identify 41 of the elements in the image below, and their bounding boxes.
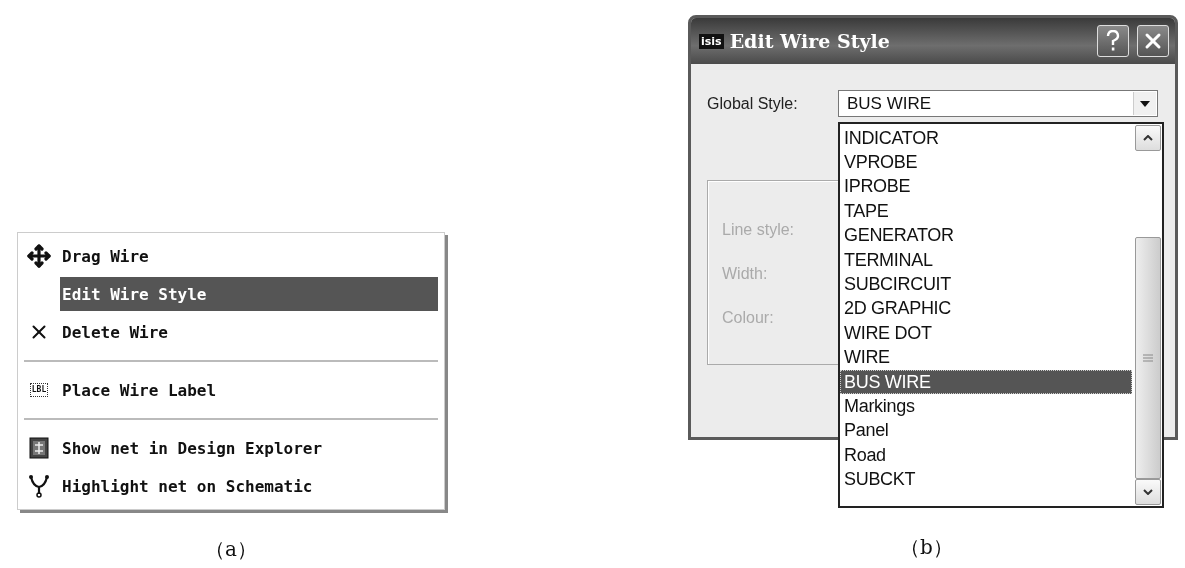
list-option[interactable]: INDICATOR bbox=[840, 126, 1132, 151]
up-chevron-icon bbox=[1143, 135, 1153, 141]
list-option[interactable]: Road bbox=[840, 443, 1132, 468]
list-option[interactable]: TERMINAL bbox=[840, 247, 1132, 273]
scroll-bar[interactable] bbox=[1134, 124, 1162, 506]
list-option[interactable]: Markings bbox=[840, 394, 1132, 419]
list-option[interactable]: GENERATOR bbox=[840, 223, 1132, 248]
app-icon: isis bbox=[699, 33, 724, 49]
help-button[interactable] bbox=[1097, 25, 1129, 57]
grip-icon bbox=[1143, 354, 1153, 362]
list-option[interactable]: 2D GRAPHIC bbox=[840, 296, 1132, 322]
move-icon bbox=[27, 244, 51, 268]
field-label: Global Style: bbox=[707, 94, 799, 113]
list-option[interactable]: WIRE bbox=[840, 345, 1132, 370]
window-title: Edit Wire Style bbox=[729, 30, 891, 52]
list-option[interactable]: WIRE DOT bbox=[840, 321, 1132, 346]
down-chevron-icon bbox=[1143, 489, 1153, 495]
dropdown-arrow-icon bbox=[1140, 100, 1150, 107]
menu-item[interactable]: Edit Wire Style bbox=[60, 277, 438, 311]
field-label: Width: bbox=[722, 265, 769, 283]
style-dropdown[interactable]: BUS WIRE bbox=[838, 90, 1158, 117]
help-icon bbox=[1105, 30, 1121, 52]
list-option[interactable]: SUBCKT bbox=[840, 467, 1132, 492]
list-option[interactable]: SUBCIRCUIT bbox=[840, 272, 1132, 297]
label-icon: LBL bbox=[29, 383, 49, 397]
menu-item[interactable]: Place Wire Label bbox=[60, 373, 438, 407]
figure-caption: （b） bbox=[899, 534, 954, 561]
list-option[interactable]: BUS WIRE bbox=[840, 369, 1132, 395]
explorer-icon bbox=[29, 437, 49, 459]
figure-caption: （a） bbox=[205, 536, 257, 563]
fork-icon bbox=[28, 474, 50, 498]
menu-item[interactable]: Delete Wire bbox=[60, 315, 438, 349]
menu-item[interactable]: Drag Wire bbox=[60, 239, 438, 273]
close-button[interactable] bbox=[1137, 25, 1169, 57]
field-label: Colour: bbox=[722, 309, 775, 327]
menu-item[interactable]: Show net in Design Explorer bbox=[60, 431, 438, 465]
menu-item[interactable]: Highlight net on Schematic bbox=[60, 469, 438, 503]
list-option[interactable]: IPROBE bbox=[840, 174, 1132, 200]
list-option[interactable]: VPROBE bbox=[840, 150, 1132, 175]
list-option[interactable]: Panel bbox=[840, 418, 1132, 444]
list-option[interactable]: TAPE bbox=[840, 199, 1132, 224]
